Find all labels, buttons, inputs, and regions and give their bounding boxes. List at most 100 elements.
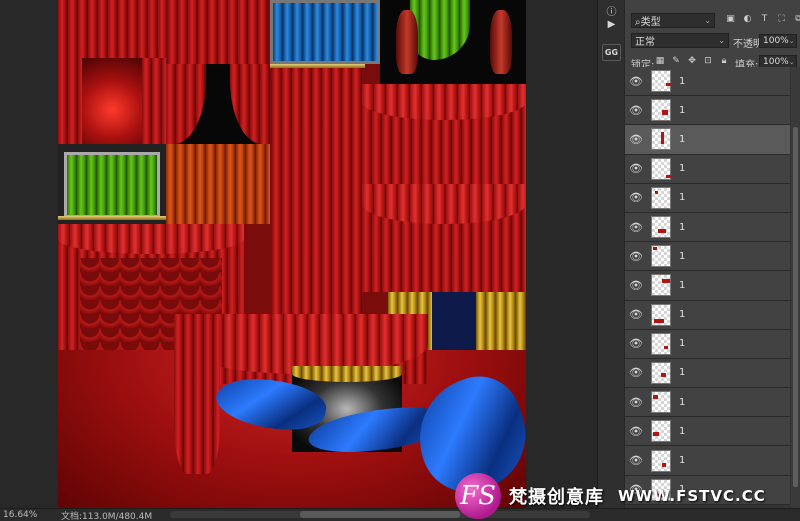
layer-thumbnail xyxy=(651,157,671,180)
layer-name[interactable]: 1 xyxy=(679,367,685,378)
horizontal-scroll-thumb[interactable] xyxy=(300,511,460,518)
lock-icons: ▦ ✎ ✥ ⊡ 🔒︎ xyxy=(655,55,729,66)
layer-row[interactable]: 👁︎ 1 xyxy=(625,300,790,330)
eye-icon[interactable]: 👁︎ xyxy=(625,250,647,263)
chevron-down-icon: ⌄ xyxy=(704,16,711,25)
eye-icon[interactable]: 👁︎ xyxy=(625,191,647,204)
layer-thumbnail xyxy=(651,332,671,355)
eye-icon[interactable]: 👁︎ xyxy=(625,366,647,379)
layer-list[interactable]: 👁︎ 1 👁︎ 1 👁︎ 1 👁︎ 1 👁︎ 1 👁︎ 1 👁︎ 1 👁︎ 1 👁︎ 1 👁︎ 1 👁︎ 1 👁︎ 1 👁︎ 1 👁… xyxy=(625,67,800,508)
layer-name[interactable]: 1 xyxy=(679,163,685,174)
layer-thumbnail xyxy=(651,70,672,93)
chevron-down-icon: ⌄ xyxy=(718,36,725,45)
layer-name[interactable]: 1 xyxy=(679,251,685,262)
zoom-level[interactable]: 16.64% xyxy=(3,510,53,520)
layer-row[interactable]: 👁︎ 1 xyxy=(625,242,790,272)
layer-thumbnail-content xyxy=(658,229,666,234)
adjustment-filter-icon[interactable]: ◐ xyxy=(742,13,753,24)
curtain-tile-red-valance xyxy=(362,184,526,292)
eye-icon[interactable]: 👁︎ xyxy=(625,396,647,409)
curtain-tile-green-stage xyxy=(58,144,166,224)
layer-name[interactable]: 1 xyxy=(679,338,685,349)
layer-name[interactable]: 1 xyxy=(679,397,685,408)
photoshop-window: ⓘ ▶ GG ⌕类型 ⌄ ▣ ◐ T ⛶ ⧉ 正常 ⌄ 不透明度: 100% ⌄… xyxy=(0,0,800,521)
layer-kind-filter[interactable]: ⌕类型 ⌄ xyxy=(631,13,715,28)
layer-name[interactable]: 1 xyxy=(679,426,685,437)
eye-icon[interactable]: 👁︎ xyxy=(625,425,647,438)
curtain-tile-blue xyxy=(270,0,380,64)
blend-mode-value: 正常 xyxy=(635,37,655,48)
layer-row[interactable]: 👁︎ 1 xyxy=(625,358,790,389)
curtain-tile-red-top xyxy=(168,0,268,64)
layer-thumbnail-content xyxy=(662,279,670,284)
lock-paint-icon[interactable]: ✎ xyxy=(671,55,681,66)
eye-icon[interactable]: 👁︎ xyxy=(625,337,647,350)
layer-row[interactable]: 👁︎ 1 xyxy=(625,67,790,97)
layer-name[interactable]: 1 xyxy=(679,222,685,233)
layer-filter-icons: ▣ ◐ T ⛶ ⧉ xyxy=(725,13,800,24)
lock-artboard-icon[interactable]: ⊡ xyxy=(703,55,713,66)
layers-scroll-thumb[interactable] xyxy=(793,127,798,487)
layer-row[interactable]: 👁︎ 1 xyxy=(625,271,790,301)
smart-object-filter-icon[interactable]: ⧉ xyxy=(793,13,800,24)
eye-icon[interactable]: 👁︎ xyxy=(625,75,647,88)
watermark-logo-letters: FS xyxy=(460,480,496,511)
watermark-url: WWW.FSTVC.CC xyxy=(618,486,766,505)
layer-row[interactable]: 👁︎ 1 xyxy=(625,388,790,418)
lock-position-icon[interactable]: ✥ xyxy=(687,55,697,66)
eye-icon[interactable]: 👁︎ xyxy=(625,104,647,117)
eye-icon[interactable]: 👁︎ xyxy=(625,133,647,146)
lock-all-icon[interactable]: 🔒︎ xyxy=(719,55,729,66)
layer-thumbnail xyxy=(651,245,671,268)
canvas-area[interactable] xyxy=(0,0,596,508)
layer-row[interactable]: 👁︎ 1 xyxy=(625,154,790,184)
shape-filter-icon[interactable]: ⛶ xyxy=(776,13,787,24)
layer-thumbnail-content xyxy=(654,318,664,323)
layer-row[interactable]: 👁︎ 1 xyxy=(625,212,790,243)
lock-transparent-icon[interactable]: ▦ xyxy=(655,55,665,66)
red-drape-left-hang xyxy=(174,314,220,474)
layer-name[interactable]: 1 xyxy=(679,105,685,116)
blend-mode-select[interactable]: 正常 ⌄ xyxy=(631,33,729,48)
curtain-tile-red-spotlight xyxy=(58,58,166,144)
curtain-tile-red-tall xyxy=(272,66,362,314)
layer-thumbnail-content xyxy=(666,174,671,178)
layer-thumbnail xyxy=(651,420,671,443)
layer-name[interactable]: 1 xyxy=(679,192,685,203)
eye-icon[interactable]: 👁︎ xyxy=(625,308,647,321)
opacity-field[interactable]: 100% ⌄ xyxy=(759,34,797,48)
layer-thumbnail xyxy=(651,449,671,472)
layer-row[interactable]: 👁︎ 1 xyxy=(625,96,790,126)
layer-row[interactable]: 👁︎ 1 xyxy=(625,183,790,213)
eye-icon[interactable]: 👁︎ xyxy=(625,221,647,234)
curtain-tile-red-swags xyxy=(362,84,526,184)
layer-row[interactable]: 👁︎ 1 xyxy=(625,329,790,359)
layer-thumbnail xyxy=(651,186,671,209)
eye-icon[interactable]: 👁︎ xyxy=(625,162,647,175)
eye-icon[interactable]: 👁︎ xyxy=(625,279,647,292)
layer-thumbnail-content xyxy=(653,395,658,400)
layer-name[interactable]: 1 xyxy=(679,280,685,291)
document-size-info[interactable]: 文档:113.0M/480.4M xyxy=(61,509,152,521)
layer-thumbnail xyxy=(651,128,671,151)
layer-name[interactable]: 1 xyxy=(679,134,685,145)
glyphs-icon[interactable]: GG xyxy=(602,44,621,61)
opacity-value: 100% xyxy=(763,36,789,46)
document-canvas[interactable] xyxy=(58,0,526,508)
layer-name[interactable]: 1 xyxy=(679,76,685,87)
layer-name[interactable]: 1 xyxy=(679,455,685,466)
watermark-logo: FS xyxy=(455,472,501,519)
layer-row[interactable]: 👁︎ 1 xyxy=(625,125,790,155)
layer-thumbnail-content xyxy=(653,247,657,251)
curtain-rod xyxy=(270,64,365,68)
layer-name[interactable]: 1 xyxy=(679,309,685,320)
layers-scrollbar[interactable] xyxy=(791,67,800,508)
eye-icon[interactable]: 👁︎ xyxy=(625,454,647,467)
image-filter-icon[interactable]: ▣ xyxy=(725,13,736,24)
play-icon[interactable]: ▶ xyxy=(602,16,621,33)
curtain-tile-orange xyxy=(166,144,270,224)
layers-panel: ⌕类型 ⌄ ▣ ◐ T ⛶ ⧉ 正常 ⌄ 不透明度: 100% ⌄ 锁定: ▦ … xyxy=(625,0,800,508)
layer-row[interactable]: 👁︎ 1 xyxy=(625,417,790,447)
layer-thumbnail xyxy=(651,274,671,297)
type-filter-icon[interactable]: T xyxy=(759,13,770,24)
